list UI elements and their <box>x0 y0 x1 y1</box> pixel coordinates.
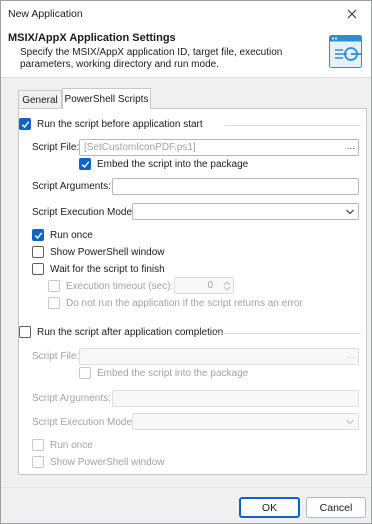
embed-script-label: Embed the script into the package <box>97 158 249 170</box>
after-show-window-label: Show PowerShell window <box>50 456 165 468</box>
run-before-start-checkbox[interactable] <box>19 118 31 130</box>
dialog-footer: OK Cancel <box>1 487 371 523</box>
close-icon <box>347 9 357 19</box>
spin-arrows-icon[interactable] <box>223 280 231 292</box>
after-browse-button[interactable]: ... <box>347 350 355 361</box>
run-after-completion-option[interactable]: Run the script after application complet… <box>19 326 223 338</box>
execution-timeout-label: Execution timeout (sec): <box>66 280 174 292</box>
after-show-window-checkbox[interactable] <box>32 456 44 468</box>
embed-script-checkbox[interactable] <box>79 158 91 170</box>
checkmark-icon <box>81 160 89 168</box>
close-button[interactable] <box>337 3 367 25</box>
no-run-on-error-option[interactable]: Do not run the application if the script… <box>48 297 303 309</box>
ok-button-label: OK <box>261 501 278 514</box>
section-divider <box>215 333 361 334</box>
after-embed-script-option[interactable]: Embed the script into the package <box>79 367 248 379</box>
script-arguments-input[interactable] <box>112 178 359 195</box>
wait-script-option[interactable]: Wait for the script to finish <box>32 263 165 275</box>
header-title: MSIX/AppX Application Settings <box>8 32 176 44</box>
checkmark-icon <box>21 120 29 128</box>
run-before-start-option[interactable]: Run the script before application start <box>19 118 203 130</box>
show-window-checkbox[interactable] <box>32 246 44 258</box>
execution-timeout-spinner[interactable]: 0 <box>174 277 234 294</box>
execution-mode-select[interactable] <box>132 203 359 220</box>
execution-timeout-checkbox[interactable] <box>48 280 60 292</box>
after-script-arguments-label: Script Arguments: <box>32 393 111 404</box>
tab-powershell-scripts[interactable]: PowerShell Scripts <box>62 88 151 109</box>
embed-script-option[interactable]: Embed the script into the package <box>79 158 248 170</box>
after-run-once-label: Run once <box>50 439 93 451</box>
header-description: Specify the MSIX/AppX application ID, ta… <box>20 47 283 70</box>
window-title: New Application <box>8 8 83 20</box>
no-run-on-error-label: Do not run the application if the script… <box>66 297 303 309</box>
run-once-option[interactable]: Run once <box>32 229 93 241</box>
after-embed-script-checkbox[interactable] <box>79 367 91 379</box>
script-file-label: Script File: <box>32 142 80 153</box>
execution-timeout-value: 0 <box>207 280 213 291</box>
chevron-down-icon <box>346 419 354 425</box>
script-file-input[interactable]: [SetCustomIconPDF.ps1] ... <box>79 139 359 156</box>
show-window-label: Show PowerShell window <box>50 246 165 258</box>
wait-script-label: Wait for the script to finish <box>50 263 165 275</box>
run-once-checkbox[interactable] <box>32 229 44 241</box>
msix-app-icon <box>329 35 362 68</box>
run-once-label: Run once <box>50 229 93 241</box>
after-execution-mode-select[interactable] <box>132 413 359 430</box>
after-script-arguments-input[interactable] <box>112 390 359 407</box>
show-window-option[interactable]: Show PowerShell window <box>32 246 165 258</box>
execution-mode-label: Script Execution Mode: <box>32 207 135 218</box>
tab-general[interactable]: General <box>18 90 62 109</box>
after-show-window-option[interactable]: Show PowerShell window <box>32 456 165 468</box>
after-script-file-label: Script File: <box>32 351 80 362</box>
after-embed-script-label: Embed the script into the package <box>97 367 249 379</box>
section-divider <box>225 125 361 126</box>
run-after-completion-label: Run the script after application complet… <box>37 326 224 338</box>
chevron-down-icon <box>346 209 354 215</box>
run-after-completion-checkbox[interactable] <box>19 326 31 338</box>
browse-button[interactable]: ... <box>347 141 355 152</box>
script-file-value: [SetCustomIconPDF.ps1] <box>84 142 196 153</box>
tab-powershell-scripts-label: PowerShell Scripts <box>64 93 149 105</box>
after-script-file-input[interactable]: ... <box>79 348 359 365</box>
dialog-window: New Application MSIX/AppX Application Se… <box>0 0 372 524</box>
tab-general-label: General <box>22 94 58 106</box>
cancel-button[interactable]: Cancel <box>306 497 366 518</box>
no-run-on-error-checkbox[interactable] <box>48 297 60 309</box>
ok-button[interactable]: OK <box>239 497 300 518</box>
header-banner: MSIX/AppX Application Settings Specify t… <box>1 27 371 78</box>
cancel-button-label: Cancel <box>319 501 353 514</box>
checkmark-icon <box>34 231 42 239</box>
title-bar: New Application <box>1 1 371 27</box>
after-run-once-option[interactable]: Run once <box>32 439 93 451</box>
tab-panel: Run the script before application start … <box>18 108 367 475</box>
after-execution-mode-label: Script Execution Mode: <box>32 417 135 428</box>
wait-script-checkbox[interactable] <box>32 263 44 275</box>
after-run-once-checkbox[interactable] <box>32 439 44 451</box>
run-before-start-label: Run the script before application start <box>37 118 203 130</box>
execution-timeout-option[interactable]: Execution timeout (sec): <box>48 280 173 292</box>
script-arguments-label: Script Arguments: <box>32 181 111 192</box>
